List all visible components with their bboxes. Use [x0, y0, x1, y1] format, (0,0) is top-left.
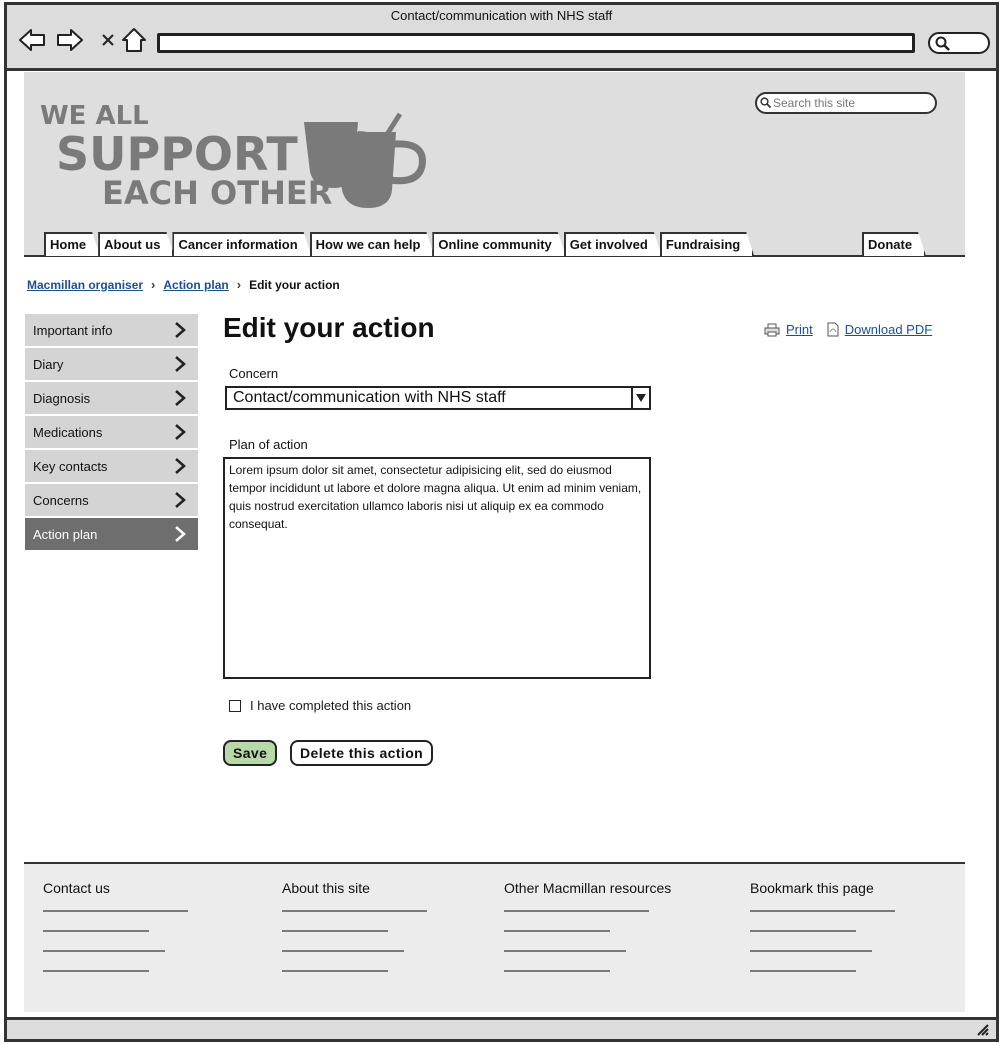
- breadcrumb-current: Edit your action: [249, 277, 340, 292]
- footer-heading: About this site: [282, 880, 370, 896]
- logo-line-3: EACH OTHER: [102, 174, 332, 212]
- breadcrumb-link-macmillan-organiser[interactable]: Macmillan organiser: [27, 278, 143, 292]
- footer-link-placeholder[interactable]: [43, 950, 165, 952]
- donate-tab[interactable]: Donate: [862, 232, 926, 256]
- chevron-right-icon: ›: [151, 277, 156, 292]
- search-placeholder: Search this site: [773, 96, 856, 110]
- forward-arrow-icon[interactable]: [55, 25, 85, 55]
- home-icon[interactable]: [119, 25, 149, 55]
- tab-get-involved[interactable]: Get involved: [564, 232, 662, 256]
- footer-link-placeholder[interactable]: [282, 910, 427, 912]
- chevron-right-icon: [175, 492, 186, 508]
- pdf-file-icon: [827, 322, 839, 337]
- chevron-right-icon: ›: [236, 277, 242, 292]
- save-button[interactable]: Save: [223, 740, 278, 766]
- footer-link-placeholder[interactable]: [750, 950, 872, 952]
- tab-how-we-can-help[interactable]: How we can help: [310, 232, 435, 256]
- footer-heading: Bookmark this page: [750, 880, 874, 896]
- sidebar-item-important-info[interactable]: Important info: [25, 314, 198, 346]
- sidebar-item-label: Diary: [33, 356, 64, 372]
- sidebar-item-action-plan[interactable]: Action plan: [25, 518, 198, 550]
- download-pdf-link[interactable]: Download PDF: [827, 322, 932, 337]
- plan-of-action-label: Plan of action: [229, 437, 308, 452]
- back-arrow-icon[interactable]: [17, 25, 47, 55]
- sidebar-item-diagnosis[interactable]: Diagnosis: [25, 382, 198, 414]
- sidebar-item-diary[interactable]: Diary: [25, 348, 198, 380]
- chevron-right-icon: [175, 390, 186, 406]
- logo-line-2: SUPPORT: [56, 127, 298, 181]
- completed-checkbox[interactable]: [229, 699, 241, 712]
- footer-link-placeholder[interactable]: [43, 970, 149, 972]
- chevron-right-icon: [175, 356, 186, 372]
- printer-icon: [764, 323, 780, 336]
- chevron-right-icon: [175, 322, 186, 338]
- page-title: Edit your action: [223, 312, 435, 343]
- dropdown-arrow-icon[interactable]: [631, 388, 649, 408]
- completed-checkbox-row: I have completed this action: [229, 698, 411, 713]
- tab-about-us[interactable]: About us: [98, 232, 174, 256]
- chevron-right-icon: [175, 424, 186, 440]
- footer-link-placeholder[interactable]: [504, 950, 626, 952]
- sidebar-item-label: Medications: [33, 424, 103, 440]
- chevron-right-icon: [175, 458, 186, 474]
- completed-checkbox-label: I have completed this action: [250, 698, 412, 713]
- search-icon: [935, 36, 950, 51]
- resize-grip-icon[interactable]: [976, 1023, 990, 1037]
- sidebar-item-concerns[interactable]: Concerns: [25, 484, 198, 516]
- concern-selected-value: Contact/communication with NHS staff: [233, 389, 506, 406]
- footer-column-resources: Other Macmillan resources: [504, 880, 671, 990]
- breadcrumb: Macmillan organiser › Action plan › Edit…: [27, 277, 340, 292]
- footer-link-placeholder[interactable]: [750, 930, 856, 932]
- browser-search-field[interactable]: [928, 32, 990, 54]
- sidebar-item-label: Action plan: [33, 526, 98, 542]
- plan-of-action-textarea[interactable]: Lorem ipsum dolor sit amet, consectetur …: [223, 457, 651, 679]
- tab-cancer-information[interactable]: Cancer information: [172, 232, 311, 256]
- sidebar-item-label: Key contacts: [33, 458, 108, 474]
- site-footer: Contact us About this site Other Macmill…: [24, 862, 965, 1012]
- page-tools: Print Download PDF: [764, 322, 932, 337]
- footer-link-placeholder[interactable]: [282, 930, 388, 932]
- print-link[interactable]: Print: [764, 322, 813, 337]
- sidebar-nav: Important info Diary Diagnosis Medicatio…: [25, 314, 198, 552]
- tab-fundraising[interactable]: Fundraising: [660, 232, 754, 256]
- tab-home[interactable]: Home: [44, 232, 100, 256]
- footer-link-placeholder[interactable]: [504, 910, 649, 912]
- concern-label: Concern: [229, 366, 279, 381]
- delete-action-button[interactable]: Delete this action: [290, 740, 434, 766]
- sidebar-item-label: Concerns: [33, 492, 89, 508]
- sidebar-item-medications[interactable]: Medications: [25, 416, 198, 448]
- browser-title: Contact/communication with NHS staff: [390, 8, 613, 23]
- site-search-input[interactable]: Search this site: [755, 92, 937, 114]
- breadcrumb-link-action-plan[interactable]: Action plan: [163, 278, 228, 292]
- we-all-support-each-other-logo[interactable]: WE ALL SUPPORT EACH OTHER: [36, 92, 456, 212]
- footer-link-placeholder[interactable]: [504, 930, 610, 932]
- footer-link-placeholder[interactable]: [43, 910, 188, 912]
- sidebar-item-key-contacts[interactable]: Key contacts: [25, 450, 198, 482]
- main-nav-tabs: Home About us Cancer information How we …: [44, 232, 752, 256]
- download-pdf-label: Download PDF: [844, 322, 933, 337]
- footer-link-placeholder[interactable]: [282, 950, 404, 952]
- footer-link-placeholder[interactable]: [504, 970, 610, 972]
- footer-column-contact: Contact us: [43, 880, 188, 990]
- footer-heading: Other Macmillan resources: [504, 880, 672, 896]
- search-icon: [760, 97, 772, 109]
- footer-column-about: About this site: [282, 880, 427, 990]
- footer-column-bookmark: Bookmark this page: [750, 880, 895, 990]
- site-header: WE ALL SUPPORT EACH OTHER Search this si…: [24, 72, 965, 257]
- print-label: Print: [786, 322, 813, 337]
- browser-statusbar: [7, 1017, 996, 1039]
- footer-link-placeholder[interactable]: [750, 970, 856, 972]
- concern-select[interactable]: Contact/communication with NHS staff: [225, 386, 651, 410]
- address-bar[interactable]: [157, 33, 915, 53]
- tab-online-community[interactable]: Online community: [432, 232, 565, 256]
- footer-link-placeholder[interactable]: [750, 910, 895, 912]
- sidebar-item-label: Diagnosis: [33, 390, 91, 406]
- browser-titlebar: Contact/communication with NHS staff: [7, 5, 996, 71]
- footer-link-placeholder[interactable]: [282, 970, 388, 972]
- chevron-right-icon: [175, 526, 186, 542]
- sidebar-item-label: Important info: [33, 322, 113, 338]
- footer-heading: Contact us: [43, 880, 110, 896]
- footer-link-placeholder[interactable]: [43, 930, 149, 932]
